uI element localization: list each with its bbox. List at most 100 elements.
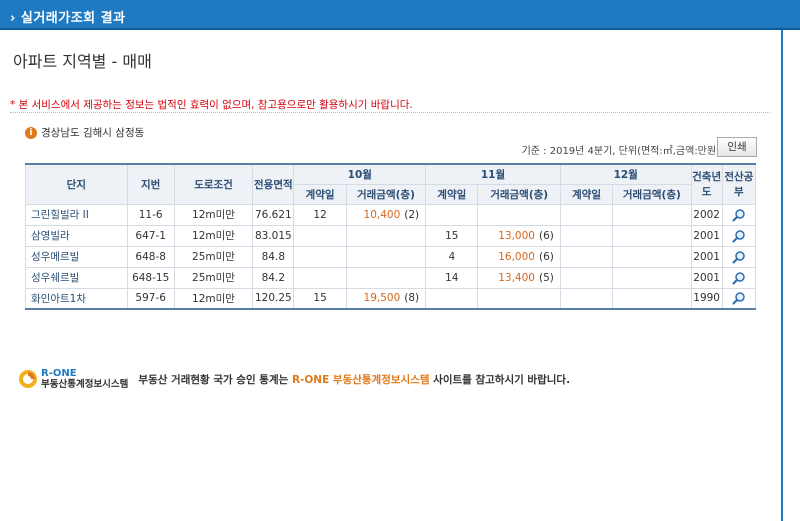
location-text: 경상남도 김해시 삼정동: [41, 127, 145, 139]
rone-link[interactable]: R-ONE 부동산통계정보시스템: [292, 374, 430, 386]
complex-name[interactable]: 성우쉐르빌: [25, 266, 128, 289]
contract-day: 4: [425, 245, 479, 268]
location: i 경상남도 김해시 삼정동: [25, 125, 144, 140]
register-cell[interactable]: [721, 203, 757, 226]
amount-cell: [612, 266, 692, 289]
transactions-table: 단지 지번 도로조건 전용면적 10월 11월 12월 건축년도 전산공부 계약…: [25, 163, 757, 310]
col-lot: 지번: [126, 163, 175, 205]
amount-cell: [612, 224, 692, 247]
amount-cell: [477, 287, 561, 310]
col-amount: 거래금액(층): [477, 183, 561, 205]
criteria-text: 기준 : 2019년 4분기, 단위(면적:㎡,금액:만원): [521, 146, 720, 157]
col-month-11: 11월: [425, 163, 561, 185]
contract-day: [425, 287, 479, 310]
floor-value: (6): [538, 250, 554, 263]
rone-message-suffix: 사이트를 참고하시기 바랍니다.: [429, 373, 571, 386]
rone-banner: R-ONE 부동산통계정보시스템 부동산 거래현황 국가 승인 통계는 R-ON…: [18, 368, 570, 390]
table-row: 그린힐빌라 II 11-6 12m미만 76.621 12 10,400 (2) 2002: [25, 203, 757, 226]
built-year: 2002: [690, 203, 723, 226]
road-condition: 12m미만: [173, 224, 254, 247]
amount-cell: 10,400 (2): [345, 203, 427, 226]
built-year: 2001: [690, 266, 723, 289]
magnifier-icon[interactable]: [732, 208, 746, 222]
amount-cell: [612, 287, 692, 310]
lot-number: 648-8: [126, 245, 175, 268]
right-border: [781, 30, 783, 521]
magnifier-icon[interactable]: [732, 250, 746, 264]
amount-value: 13,000: [498, 229, 535, 242]
divider: [10, 112, 770, 113]
amount-cell: [612, 203, 692, 226]
amount-value: 16,000: [498, 250, 535, 263]
register-cell[interactable]: [721, 287, 757, 310]
header-title: › 실거래가조회 결과: [10, 11, 126, 26]
contract-day: [559, 287, 614, 310]
table-header-row: 단지 지번 도로조건 전용면적 10월 11월 12월 건축년도 전산공부: [25, 163, 757, 205]
contract-day: [425, 203, 479, 226]
contract-day: 14: [425, 266, 479, 289]
road-condition: 12m미만: [173, 287, 254, 310]
built-year: 1990: [690, 287, 723, 310]
amount-cell: 13,400 (5): [477, 266, 561, 289]
magnifier-icon[interactable]: [732, 271, 746, 285]
contract-day: 15: [425, 224, 479, 247]
col-area: 전용면적: [252, 163, 295, 205]
col-register: 전산공부: [721, 163, 757, 205]
complex-name[interactable]: 성우메르빌: [25, 245, 128, 268]
col-built: 건축년도: [690, 163, 723, 205]
floor-value: (8): [404, 292, 420, 305]
lot-number: 11-6: [126, 203, 175, 226]
road-condition: 25m미만: [173, 245, 254, 268]
floor-value: (2): [404, 208, 420, 221]
lot-number: 647-1: [126, 224, 175, 247]
header-bar: › 실거래가조회 결과: [0, 0, 800, 30]
complex-name[interactable]: 그린힐빌라 II: [25, 203, 128, 226]
lot-number: 648-15: [126, 266, 175, 289]
rone-subtitle: 부동산통계정보시스템: [41, 379, 129, 390]
register-cell[interactable]: [721, 245, 757, 268]
table-row: 성우메르빌 648-8 25m미만 84.8 4 16,000 (6) 2001: [25, 245, 757, 268]
contract-day: [559, 245, 614, 268]
amount-value: 10,400: [363, 208, 401, 221]
register-cell[interactable]: [721, 224, 757, 247]
register-cell[interactable]: [721, 266, 757, 289]
amount-cell: [612, 245, 692, 268]
col-complex: 단지: [25, 163, 128, 205]
col-amount: 거래금액(층): [612, 183, 692, 205]
area-value: 120.25: [252, 287, 295, 310]
contract-day: [559, 224, 614, 247]
col-contract-day: 계약일: [425, 183, 479, 205]
amount-value: 13,400: [498, 271, 535, 284]
road-condition: 25m미만: [173, 266, 254, 289]
contract-day: 12: [293, 203, 347, 226]
road-condition: 12m미만: [173, 203, 254, 226]
amount-cell: 19,500 (8): [345, 287, 427, 310]
magnifier-icon[interactable]: [732, 291, 746, 305]
complex-name[interactable]: 화인아트1차: [25, 287, 128, 310]
complex-name[interactable]: 삼영빌라: [25, 224, 128, 247]
table-row: 화인아트1차 597-6 12m미만 120.25 15 19,500 (8) 1990: [25, 287, 757, 310]
info-icon: i: [25, 126, 37, 139]
table-row: 성우쉐르빌 648-15 25m미만 84.2 14 13,400 (5) 2001: [25, 266, 757, 289]
disclaimer-notice: * 본 서비스에서 제공하는 정보는 법적인 효력이 없으며, 참고용으로만 활…: [10, 99, 413, 111]
contract-day: [559, 203, 614, 226]
table-row: 삼영빌라 647-1 12m미만 83.015 15 13,000 (6) 2001: [25, 224, 757, 247]
rone-message: 부동산 거래현황 국가 승인 통계는 R-ONE 부동산통계정보시스템 사이트를…: [138, 372, 570, 387]
built-year: 2001: [690, 245, 723, 268]
contract-day: [293, 245, 347, 268]
area-value: 84.2: [252, 266, 295, 289]
rone-brand: R-ONE: [41, 368, 77, 379]
col-contract-day: 계약일: [293, 183, 347, 205]
col-road: 도로조건: [173, 163, 254, 205]
magnifier-icon[interactable]: [732, 229, 746, 243]
rone-message-prefix: 부동산 거래현황 국가 승인 통계는: [138, 373, 292, 386]
floor-value: (5): [538, 271, 554, 284]
amount-cell: [477, 203, 561, 226]
amount-cell: [345, 266, 427, 289]
contract-day: [293, 224, 347, 247]
rone-logo[interactable]: R-ONE 부동산통계정보시스템: [18, 368, 128, 390]
area-value: 76.621: [252, 203, 295, 226]
print-button[interactable]: 인쇄: [717, 137, 757, 157]
contract-day: [559, 266, 614, 289]
amount-value: 19,500: [363, 292, 401, 305]
